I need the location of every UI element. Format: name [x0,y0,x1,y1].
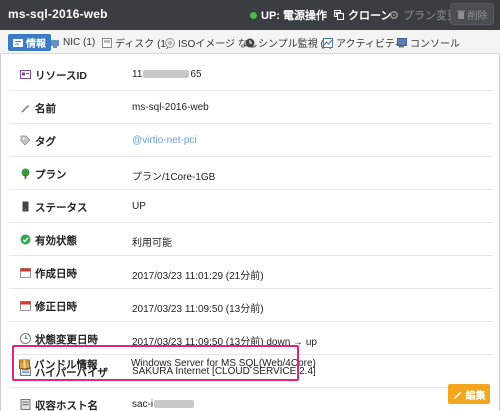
calendar-icon [20,268,31,278]
edit-label: 編集 [465,390,486,402]
row-status: ステータス UP [9,190,493,223]
host-name-prefix: sac-i [132,399,154,410]
nic-icon [51,39,59,48]
status-indicator-icon [250,11,257,19]
resource-id-label: リソースID [35,70,87,82]
gear-icon [389,10,399,20]
modified-at-value: 2017/03/23 11:09:50 (13分前) [132,304,264,315]
tab-simple-monitor[interactable]: シンプル監視 (0) [245,34,333,51]
tab-nic-label: NIC (1) [63,37,96,48]
redacted-text [143,70,190,79]
power-status-menu[interactable]: UP: 電源操作 ▼ [250,7,343,23]
availability-value: 利用可能 [132,238,172,249]
id-card-icon [20,70,31,79]
modified-at-label: 修正日時 [35,301,77,313]
calendar-icon [20,301,31,311]
row-resource-id: リソースID 11 65 [9,58,493,91]
status-label: ステータス [35,202,88,214]
host-name-value: sac-i [132,399,195,410]
tag-value[interactable]: @virtio-net-pci [132,135,197,146]
availability-label: 有効状態 [35,235,77,247]
delete-button[interactable]: 削除 [450,3,494,25]
tag-icon [20,135,31,146]
tab-iso[interactable]: ISOイメージ なし [165,34,258,51]
redacted-text [154,400,195,409]
tab-nic[interactable]: NIC (1) [50,34,95,51]
power-status-label: UP: 電源操作 [261,10,327,22]
check-circle-icon [20,234,31,245]
tab-simple-monitor-label: シンプル監視 (0) [258,39,333,50]
edit-button[interactable]: 編集 [448,384,490,404]
tag-label: タグ [35,136,56,148]
trash-icon [456,10,465,19]
tab-activity[interactable]: アクティビティ [323,34,404,51]
tab-console[interactable]: コンソール [397,34,460,51]
server-icon [22,201,29,212]
row-host-name: 収容ホスト名 sac-i [9,388,493,411]
resource-title: ms-sql-2016-web [8,7,108,21]
name-label: 名前 [35,103,56,115]
monitor-clock-icon [245,38,255,47]
title-bar: ms-sql-2016-web UP: 電源操作 ▼ クローン プラン変更 削除 [0,0,500,30]
activity-chart-icon [323,37,333,48]
resource-id-prefix: 11 [132,69,143,80]
plan-label: プラン [35,169,67,181]
tree-icon [21,168,30,179]
created-at-value: 2017/03/23 11:01:29 (21分前) [132,271,264,282]
row-created-at: 作成日時 2017/03/23 11:01:29 (21分前) [9,256,493,289]
row-modified-at: 修正日時 2017/03/23 11:09:50 (13分前) [9,289,493,322]
plan-value: プラン/1Core-1GB [132,172,216,183]
tab-disk[interactable]: ディスク (1) [102,34,169,51]
plan-change-button[interactable]: プラン変更 [389,7,458,23]
name-value: ms-sql-2016-web [132,102,209,113]
clone-button[interactable]: クローン [334,7,391,23]
status-change-icon [20,333,31,344]
tab-activity-label: アクティビティ [336,39,405,50]
clone-icon [334,10,344,20]
clone-label: クローン [348,10,392,22]
status-value: UP [132,201,146,212]
resource-id-suffix: 65 [190,69,202,80]
row-availability: 有効状態 利用可能 [9,223,493,256]
resource-id-value: 11 65 [132,69,202,80]
tab-info-label: 情報 [26,39,46,50]
info-card-icon [13,38,23,47]
delete-label: 削除 [467,10,488,22]
tab-console-label: コンソール [410,39,460,50]
created-at-label: 作成日時 [35,268,77,280]
tab-bar: 情報 NIC (1) ディスク (1) ISOイメージ なし シンプル監視 (0… [0,30,500,54]
console-icon [397,37,407,47]
pencil-icon [21,105,29,113]
highlight-box [12,345,299,381]
cd-icon [165,37,175,48]
edit-pencil-icon [453,392,461,399]
row-plan: プラン プラン/1Core-1GB [9,157,493,190]
tab-info[interactable]: 情報 [8,34,51,51]
row-name: 名前 ms-sql-2016-web [9,91,493,124]
host-icon [20,399,31,410]
row-tag: タグ @virtio-net-pci [9,124,493,157]
disk-icon [102,37,112,48]
tab-disk-label: ディスク (1) [115,39,170,50]
host-name-label: 収容ホスト名 [35,400,98,411]
